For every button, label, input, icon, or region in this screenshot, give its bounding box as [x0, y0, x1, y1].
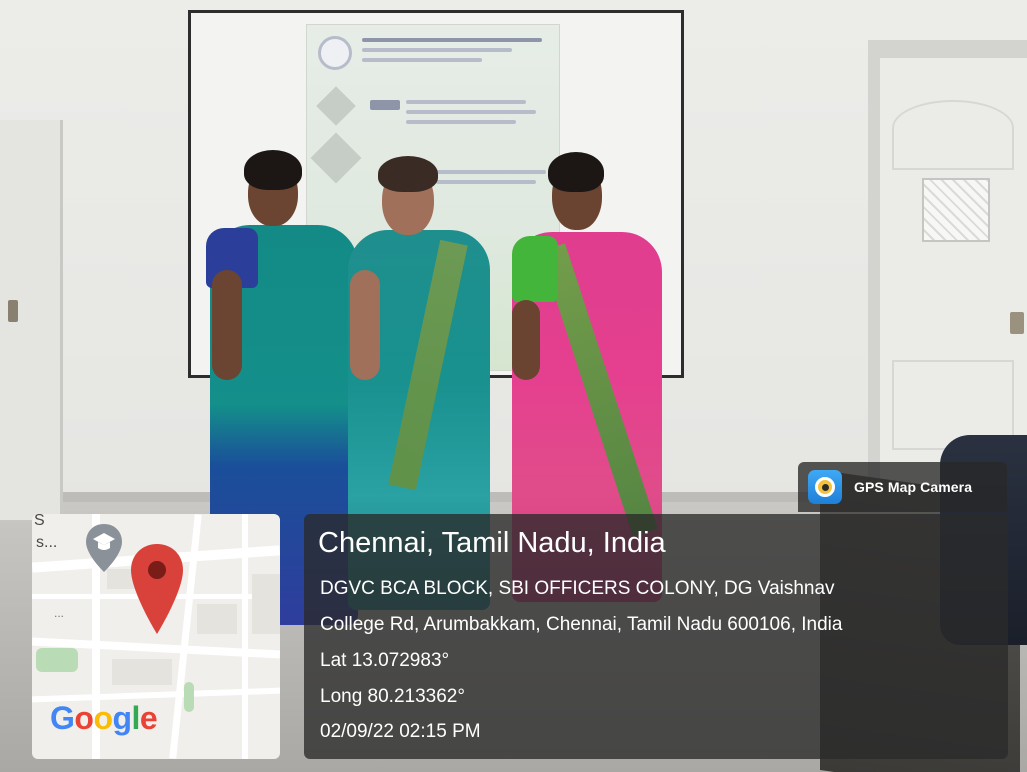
slide-text-line	[436, 170, 546, 174]
latitude: Lat 13.072983°	[320, 650, 450, 671]
slide-text-line	[406, 100, 526, 104]
graduation-cap-icon	[86, 524, 122, 572]
location-title: Chennai, Tamil Nadu, India	[318, 527, 666, 559]
slide-text-line	[362, 48, 512, 52]
arm	[350, 270, 380, 380]
map-label: ...	[54, 606, 65, 620]
google-logo-letter: o	[74, 700, 94, 736]
gps-map-camera-app-icon	[808, 470, 842, 504]
map-thumbnail: S s... ... Google	[32, 514, 280, 759]
google-logo: Google	[50, 700, 158, 737]
slide-emblem-icon	[318, 36, 352, 70]
slide-text-line	[436, 180, 536, 184]
google-logo-letter: G	[50, 700, 75, 736]
left-door-handle	[8, 300, 18, 322]
google-logo-letter: o	[93, 700, 113, 736]
address-line-1: DGVC BCA BLOCK, SBI OFFICERS COLONY, DG …	[320, 578, 835, 599]
slide-text-line	[406, 110, 536, 114]
slide-logo	[370, 100, 400, 110]
date-time: 02/09/22 02:15 PM	[320, 721, 481, 742]
map-block	[252, 574, 280, 634]
google-logo-letter: e	[139, 700, 158, 736]
gps-map-camera-badge: GPS Map Camera	[798, 462, 1007, 512]
hair	[378, 156, 438, 192]
green-blouse	[512, 236, 558, 302]
camera-lens-icon	[815, 477, 835, 497]
map-road	[242, 514, 248, 759]
google-logo-letter: g	[112, 700, 132, 736]
longitude: Long 80.213362°	[320, 686, 465, 707]
slide-text-line	[362, 58, 482, 62]
map-block	[112, 659, 172, 685]
door-panel	[892, 100, 1014, 170]
photo-scene: GPS Map Camera S s... ... Google Chennai…	[0, 0, 1027, 772]
map-label: s...	[36, 534, 58, 551]
badge-label: GPS Map Camera	[854, 479, 973, 495]
arm	[212, 270, 242, 380]
right-door-handle	[1010, 312, 1024, 334]
arm	[512, 300, 540, 380]
slide-text-line	[362, 38, 542, 42]
address-line-2: College Rd, Arumbakkam, Chennai, Tamil N…	[320, 614, 843, 635]
hair	[548, 152, 604, 192]
location-pin-icon	[131, 544, 183, 634]
map-block	[197, 604, 237, 634]
slide-text-line	[406, 120, 516, 124]
google-logo-letter: l	[131, 700, 141, 736]
door-window	[922, 178, 990, 242]
map-park	[184, 682, 194, 712]
hair	[244, 150, 302, 190]
map-label: S	[34, 514, 45, 529]
map-park	[36, 648, 78, 672]
